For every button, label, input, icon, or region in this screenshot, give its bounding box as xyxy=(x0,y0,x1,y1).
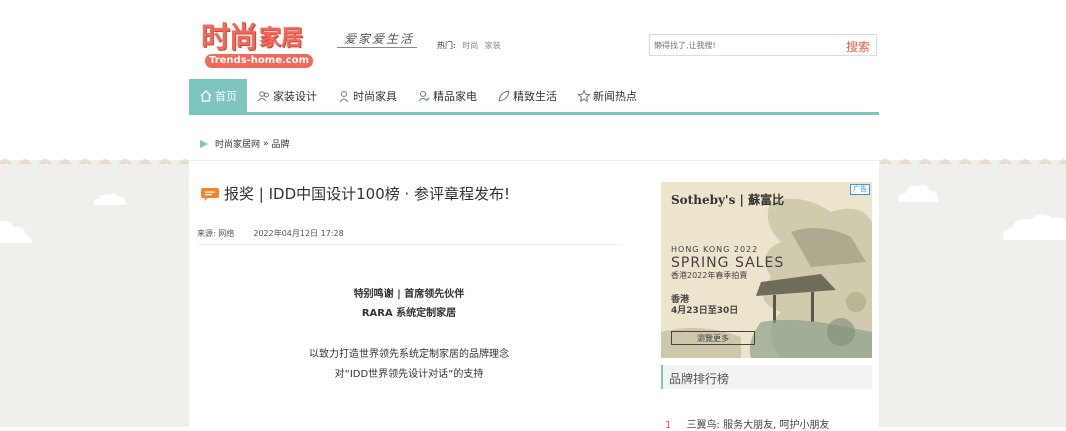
breadcrumb-home[interactable]: 时尚家居网 xyxy=(215,137,260,150)
star-icon xyxy=(577,88,591,102)
ad-line-3: 香港2022年春季拍賣 xyxy=(671,271,748,280)
meta-divider xyxy=(197,244,621,245)
nav-item-news[interactable]: 新闻热点 xyxy=(567,79,647,112)
logo-sub-text: 家居 xyxy=(259,26,304,51)
article-line-1: 特别鸣谢 | 首席领先伙伴 xyxy=(353,289,465,300)
ad-line-1: HONG KONG 2022 xyxy=(671,245,759,254)
people-icon xyxy=(257,90,269,101)
person-icon xyxy=(339,90,349,102)
article-line-2: RARA 系统定制家居 xyxy=(361,308,457,319)
article-title: 报奖 | IDD中国设计100榜 · 参评章程发布! xyxy=(200,183,510,204)
article-meta: 来源: 网络 2022年04月12日 17:28 xyxy=(197,228,344,239)
breadcrumb: 时尚家居网 » 品牌 xyxy=(199,137,290,150)
hot-label: 热门: xyxy=(437,41,456,50)
source-label: 来源: xyxy=(197,229,216,238)
breadcrumb-divider xyxy=(189,160,879,161)
article-title-text: 报奖 | IDD中国设计100榜 · 参评章程发布! xyxy=(224,185,511,203)
nav-label-lifestyle: 精致生活 xyxy=(513,89,557,103)
nav-item-furniture[interactable]: 时尚家具 xyxy=(327,79,407,112)
logo-domain-badge: Trends-home.com xyxy=(205,54,313,68)
cloud-right-edge-icon xyxy=(1003,214,1066,240)
nav-item-home[interactable]: 首页 xyxy=(189,79,247,112)
page-container: 时尚 家居 Trends-home.com 爱家爱生活 热门: 时尚 家装 搜索… xyxy=(189,0,879,431)
nav-label-news: 新闻热点 xyxy=(593,89,637,103)
publish-date: 2022年04月12日 17:28 xyxy=(253,229,344,238)
breadcrumb-current[interactable]: 品牌 xyxy=(272,137,290,150)
nav-item-decoration[interactable]: 家装设计 xyxy=(247,79,327,112)
search-box: 搜索 xyxy=(649,34,877,56)
ad-line-5: 4月23日至30日 xyxy=(671,306,739,316)
rank-header: 品牌排行榜 xyxy=(661,365,872,389)
rank-title: 品牌排行榜 xyxy=(669,372,730,386)
cloud-left-icon xyxy=(93,193,126,205)
rank-text: 三翼鸟: 服务大朋友, 呵护小朋友 xyxy=(686,420,830,431)
ad-badge[interactable]: 广告 xyxy=(850,184,870,195)
nav-item-appliance[interactable]: 精品家电 xyxy=(407,79,487,112)
hot-links: 热门: 时尚 家装 xyxy=(437,40,501,51)
home-icon xyxy=(200,89,212,102)
nav-label-appliance: 精品家电 xyxy=(433,89,477,103)
nav-underline xyxy=(189,112,879,115)
search-button[interactable]: 搜索 xyxy=(846,38,870,55)
site-logo[interactable]: 时尚 家居 Trends-home.com xyxy=(201,20,315,70)
nav-label-home: 首页 xyxy=(215,89,237,103)
ad-browse-button[interactable]: 瀏覽更多 xyxy=(671,331,755,345)
site-slogan: 爱家爱生活 xyxy=(344,32,415,46)
article-line-3: 以致力打造世界领先系统定制家居的品牌理念 xyxy=(309,349,509,360)
rank-number: 1 xyxy=(665,420,672,431)
logo-main-text: 时尚 xyxy=(201,20,258,54)
cloud-right-icon xyxy=(898,184,939,202)
rank-header-bar xyxy=(661,365,663,389)
leaf-icon xyxy=(498,89,510,102)
nav-item-lifestyle[interactable]: 精致生活 xyxy=(487,79,567,112)
ad-line-2: SPRING SALES xyxy=(671,255,785,271)
appliance-icon xyxy=(418,90,430,101)
hot-link-fashion[interactable]: 时尚 xyxy=(462,41,478,50)
rank-item[interactable]: 1 三翼鸟: 服务大朋友, 呵护小朋友 xyxy=(665,416,829,431)
slogan-underline xyxy=(337,47,417,48)
article-line-4: 对“IDD世界领先设计对话”的支持 xyxy=(334,369,484,380)
cloud-left-edge-icon xyxy=(0,220,33,243)
search-input[interactable] xyxy=(650,35,834,55)
main-nav: 首页 家装设计 时尚家具 精品家电 精致生活 新闻热点 xyxy=(189,79,879,112)
ad-brand: Sotheby's | 蘇富比 xyxy=(671,193,785,207)
hot-link-decoration[interactable]: 家装 xyxy=(485,41,501,50)
nav-label-decoration: 家装设计 xyxy=(273,89,317,103)
breadcrumb-sep: » xyxy=(263,138,269,149)
sidebar-ad[interactable]: 广告 Sotheby's | 蘇富比 HONG KONG 2022 SPRING… xyxy=(661,182,872,358)
source-value: 网络 xyxy=(218,229,235,238)
nav-label-furniture: 时尚家具 xyxy=(353,89,397,103)
chat-bubble-icon xyxy=(201,187,219,201)
flag-icon xyxy=(200,139,208,148)
